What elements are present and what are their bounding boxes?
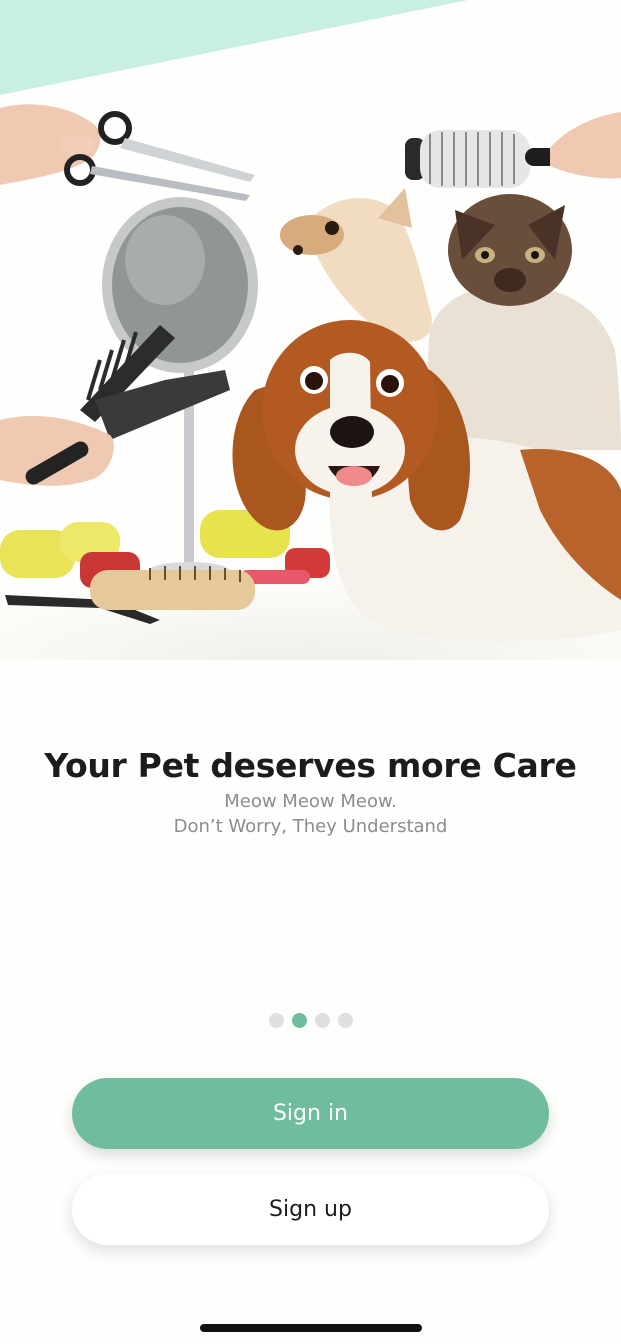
hero-image — [0, 100, 621, 660]
onboarding-subtitle-line-1: Meow Meow Meow. — [224, 791, 397, 812]
page-dot-1[interactable] — [268, 1013, 284, 1028]
page-indicator — [0, 1013, 621, 1028]
page-dot-3[interactable] — [314, 1013, 330, 1028]
page-dot-4[interactable] — [337, 1013, 353, 1028]
top-banner-shape — [0, 0, 468, 95]
onboarding-subtitle-line-2: Don’t Worry, They Understand — [173, 816, 448, 837]
onboarding-title: Your Pet deserves more Care — [44, 746, 577, 785]
home-indicator[interactable] — [200, 1324, 422, 1332]
sign-up-button[interactable]: Sign up — [72, 1174, 549, 1245]
page-dot-2-active[interactable] — [291, 1013, 307, 1028]
sign-in-button[interactable]: Sign in — [72, 1078, 549, 1149]
